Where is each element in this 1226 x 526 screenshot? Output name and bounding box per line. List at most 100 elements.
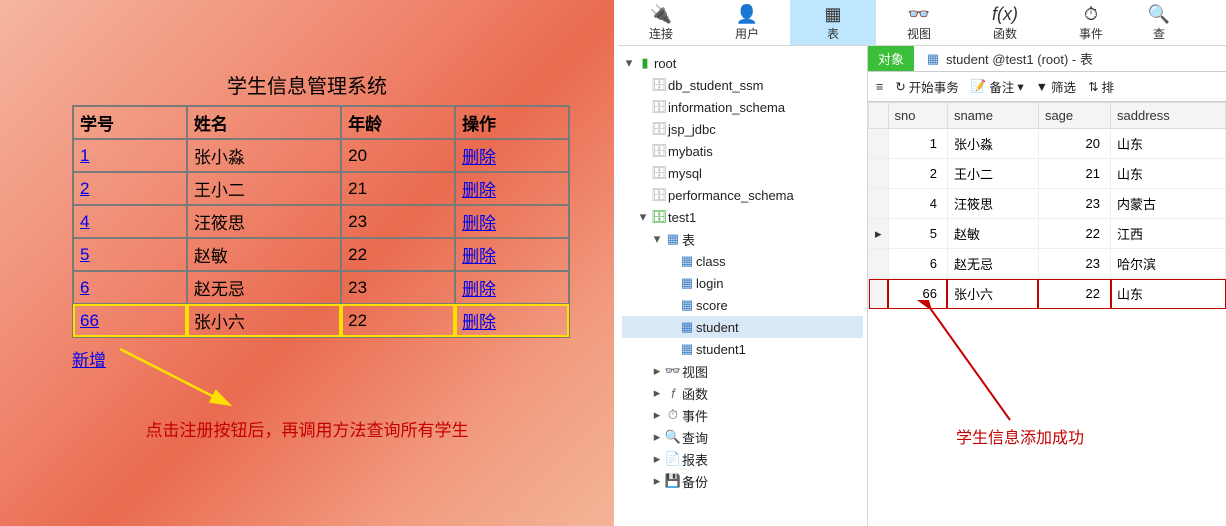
tree-events-folder[interactable]: ▸⏱事件 (622, 404, 863, 426)
connection-tree[interactable]: ▾▮root 🗄db_student_ssm 🗄information_sche… (618, 46, 868, 526)
filter-button[interactable]: ▼筛选 (1036, 77, 1076, 96)
tab-student-table[interactable]: ▦student @test1 (root) - 表 (914, 46, 1103, 71)
function-icon: f(x) (992, 5, 1018, 23)
tree-db[interactable]: 🗄jsp_jdbc (622, 118, 863, 140)
report-icon: 📄 (664, 451, 682, 467)
table-icon: ▦ (678, 341, 696, 357)
student-id-link[interactable]: 5 (80, 245, 89, 264)
student-age: 23 (341, 205, 455, 238)
tab-objects[interactable]: 对象 (868, 46, 914, 71)
database-icon: 🗄 (650, 77, 668, 93)
tree-table-selected[interactable]: ▦student (622, 316, 863, 338)
student-id-link[interactable]: 6 (80, 278, 89, 297)
remark-button[interactable]: 📝备注 ▾ (971, 77, 1024, 96)
web-app-panel: 学生信息管理系统 学号 姓名 年龄 操作 1 张小淼 20 删除 2 王小二 2… (0, 0, 614, 526)
tree-functions-folder[interactable]: ▸f函数 (622, 382, 863, 404)
sort-icon: ⇅ (1088, 79, 1098, 94)
database-icon: 🗄 (650, 121, 668, 137)
table-icon: ▦ (678, 275, 696, 291)
table-row: 1 张小淼 20 删除 (73, 139, 569, 172)
database-icon: 🗄 (650, 99, 668, 115)
database-icon: 🗄 (650, 165, 668, 181)
col-sno[interactable]: sno (888, 103, 947, 129)
database-icon: 🗄 (650, 143, 668, 159)
student-name: 汪筱思 (187, 205, 341, 238)
toolbar-user[interactable]: 👤用户 (704, 0, 790, 45)
table-icon: ▦ (678, 297, 696, 313)
col-saddress[interactable]: saddress (1111, 103, 1226, 129)
tree-table[interactable]: ▦login (622, 272, 863, 294)
col-sname[interactable]: sname (947, 103, 1038, 129)
query-icon: 🔍 (1148, 5, 1170, 23)
grid-row[interactable]: 1张小淼20山东 (869, 129, 1226, 159)
tree-table[interactable]: ▦student1 (622, 338, 863, 360)
view-icon: 👓 (664, 363, 682, 379)
tree-table[interactable]: ▦class (622, 250, 863, 272)
delete-link[interactable]: 删除 (462, 181, 496, 200)
table-row: 2 王小二 21 删除 (73, 172, 569, 205)
student-id-link[interactable]: 4 (80, 212, 89, 231)
toolbar-view[interactable]: 👓视图 (876, 0, 962, 45)
toolbar-query[interactable]: 🔍查 (1134, 0, 1184, 45)
tree-views-folder[interactable]: ▸👓视图 (622, 360, 863, 382)
note-icon: 📝 (971, 79, 987, 94)
page-title: 学生信息管理系统 (72, 70, 542, 99)
table-icon: ▦ (678, 319, 696, 335)
menu-button[interactable]: ≡ (876, 80, 883, 94)
current-row-marker-icon: ▸ (869, 219, 889, 249)
tree-reports-folder[interactable]: ▸📄报表 (622, 448, 863, 470)
student-id-link[interactable]: 1 (80, 146, 89, 165)
tree-table[interactable]: ▦score (622, 294, 863, 316)
student-age: 23 (341, 271, 455, 304)
navicat-panel: 🔌连接 👤用户 ▦表 👓视图 f(x)函数 ⏱事件 🔍查 ▾▮root 🗄db_… (616, 0, 1226, 526)
funnel-icon: ▼ (1036, 80, 1048, 94)
grid-header-row: sno sname sage saddress (869, 103, 1226, 129)
student-id-link[interactable]: 2 (80, 179, 89, 198)
tree-root[interactable]: ▾▮root (622, 52, 863, 74)
query-icon: 🔍 (664, 429, 682, 445)
tree-db[interactable]: 🗄mybatis (622, 140, 863, 162)
grid-row-highlight[interactable]: 66张小六22山东 (869, 279, 1226, 309)
database-icon: ▮ (636, 55, 654, 71)
student-age: 21 (341, 172, 455, 205)
annotation-success-text: 学生信息添加成功 (956, 424, 1084, 448)
begin-transaction-button[interactable]: ↻开始事务 (895, 77, 959, 96)
delete-link[interactable]: 删除 (462, 214, 496, 233)
tree-db[interactable]: 🗄information_schema (622, 96, 863, 118)
toolbar-event[interactable]: ⏱事件 (1048, 0, 1134, 45)
delete-link[interactable]: 删除 (462, 247, 496, 266)
tree-db[interactable]: 🗄db_student_ssm (622, 74, 863, 96)
student-age: 22 (341, 238, 455, 271)
delete-link[interactable]: 删除 (462, 313, 496, 332)
tree-queries-folder[interactable]: ▸🔍查询 (622, 426, 863, 448)
delete-link[interactable]: 删除 (462, 148, 496, 167)
tree-backup-folder[interactable]: ▸💾备份 (622, 470, 863, 492)
add-link[interactable]: 新增 (72, 346, 106, 371)
tree-tables-folder[interactable]: ▾▦表 (622, 228, 863, 250)
view-icon: 👓 (908, 5, 930, 23)
grid-row[interactable]: 6赵无忌23哈尔滨 (869, 249, 1226, 279)
student-name: 赵无忌 (187, 271, 341, 304)
table-header-row: 学号 姓名 年龄 操作 (73, 106, 569, 139)
refresh-icon: ↻ (895, 79, 905, 94)
student-id-link[interactable]: 66 (80, 311, 99, 330)
row-marker-header (869, 103, 889, 129)
toolbar-function[interactable]: f(x)函数 (962, 0, 1048, 45)
toolbar-connection[interactable]: 🔌连接 (618, 0, 704, 45)
col-sage[interactable]: sage (1038, 103, 1110, 129)
tree-db[interactable]: 🗄performance_schema (622, 184, 863, 206)
col-op: 操作 (455, 106, 569, 139)
data-grid[interactable]: sno sname sage saddress 1张小淼20山东 2王小二21山… (868, 102, 1226, 309)
grid-row[interactable]: 2王小二21山东 (869, 159, 1226, 189)
tree-db[interactable]: 🗄mysql (622, 162, 863, 184)
database-icon: 🗄 (650, 209, 668, 225)
col-age: 年龄 (341, 106, 455, 139)
tree-db-open[interactable]: ▾🗄test1 (622, 206, 863, 228)
student-name: 赵敏 (187, 238, 341, 271)
delete-link[interactable]: 删除 (462, 280, 496, 299)
sort-button[interactable]: ⇅排 (1088, 77, 1114, 96)
toolbar-table[interactable]: ▦表 (790, 0, 876, 45)
grid-row[interactable]: 4汪筱思23内蒙古 (869, 189, 1226, 219)
annotation-caption: 点击注册按钮后，再调用方法查询所有学生 (0, 416, 614, 441)
grid-row-current[interactable]: ▸5赵敏22江西 (869, 219, 1226, 249)
